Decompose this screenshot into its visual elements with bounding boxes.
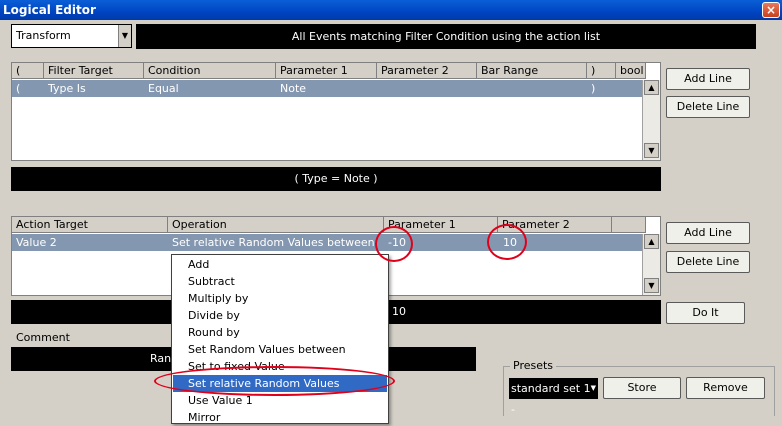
menu-item-multiply[interactable]: Multiply by [173, 290, 387, 307]
filter-delete-line-button[interactable]: Delete Line [666, 96, 750, 118]
annotation-circle-param1 [375, 226, 413, 262]
annotation-circle-param2 [487, 224, 527, 260]
window-title: Logical Editor [0, 0, 782, 20]
action-header-target: Action Target [12, 217, 168, 233]
menu-item-subtract[interactable]: Subtract [173, 273, 387, 290]
action-summary-text: 10 [392, 305, 406, 318]
filter-scrollbar[interactable]: ▲ ▼ [642, 80, 660, 160]
comment-label: Comment [16, 331, 70, 344]
filter-cell-open-paren[interactable]: ( [16, 80, 20, 97]
mode-select[interactable]: Transform ▼ [11, 24, 132, 48]
scroll-up-icon[interactable]: ▲ [644, 80, 659, 95]
action-header-spacer [612, 217, 646, 233]
table-row[interactable]: Value 2 Set relative Random Values betwe… [12, 234, 642, 251]
close-icon[interactable]: × [762, 2, 780, 18]
operation-dropdown-menu[interactable]: Add Subtract Multiply by Divide by Round… [171, 254, 389, 424]
filter-summary: ( Type = Note ) [11, 167, 661, 191]
action-scrollbar[interactable]: ▲ ▼ [642, 234, 660, 295]
filter-header-bool: bool [616, 63, 646, 79]
do-it-button[interactable]: Do It [666, 302, 745, 324]
action-cell-target[interactable]: Value 2 [16, 234, 57, 251]
remove-button[interactable]: Remove [686, 377, 765, 399]
store-button[interactable]: Store [603, 377, 681, 399]
action-header-operation: Operation [168, 217, 384, 233]
scroll-down-icon[interactable]: ▼ [644, 278, 659, 293]
mode-select-value: Transform [16, 29, 71, 42]
menu-item-add[interactable]: Add [173, 256, 387, 273]
mode-description: All Events matching Filter Condition usi… [136, 24, 756, 49]
comment-text: Ran [150, 352, 172, 365]
filter-table: ( Filter Target Condition Parameter 1 Pa… [11, 62, 661, 161]
filter-header-condition: Condition [144, 63, 276, 79]
filter-cell-condition[interactable]: Equal [148, 80, 179, 97]
filter-header-open-paren: ( [12, 63, 44, 79]
filter-cell-close-paren[interactable]: ) [591, 80, 595, 97]
action-cell-operation[interactable]: Set relative Random Values between [172, 234, 375, 251]
filter-header-target: Filter Target [44, 63, 144, 79]
filter-header-param2: Parameter 2 [377, 63, 477, 79]
chevron-down-icon[interactable]: ▼ [591, 378, 596, 399]
scroll-down-icon[interactable]: ▼ [644, 143, 659, 158]
action-add-line-button[interactable]: Add Line [666, 222, 750, 244]
action-delete-line-button[interactable]: Delete Line [666, 251, 750, 273]
filter-header-bar-range: Bar Range [477, 63, 587, 79]
annotation-ellipse-menu-item [154, 366, 395, 396]
menu-item-mirror[interactable]: Mirror [173, 409, 387, 426]
menu-item-divide[interactable]: Divide by [173, 307, 387, 324]
scroll-up-icon[interactable]: ▲ [644, 234, 659, 249]
menu-item-set-random[interactable]: Set Random Values between [173, 341, 387, 358]
preset-select[interactable]: standard set 1 - ▼ [509, 378, 598, 416]
menu-item-round[interactable]: Round by [173, 324, 387, 341]
filter-add-line-button[interactable]: Add Line [666, 68, 750, 90]
filter-cell-param1[interactable]: Note [280, 80, 306, 97]
filter-header-param1: Parameter 1 [276, 63, 377, 79]
presets-label: Presets [510, 359, 557, 373]
filter-cell-target[interactable]: Type Is [48, 80, 86, 97]
filter-header-close-paren: ) [587, 63, 616, 79]
table-row[interactable]: ( Type Is Equal Note ) [12, 80, 642, 97]
chevron-down-icon[interactable]: ▼ [118, 25, 131, 47]
